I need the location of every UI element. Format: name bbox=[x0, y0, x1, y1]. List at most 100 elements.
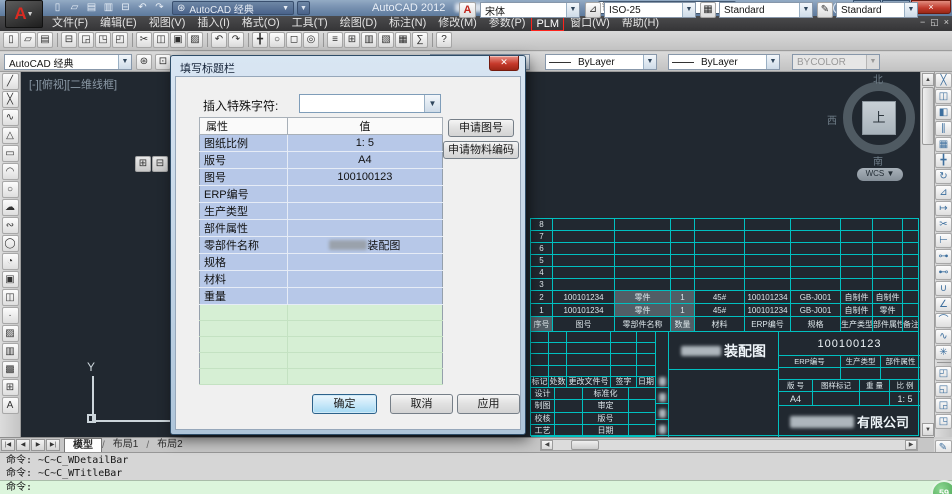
scroll-right-icon[interactable]: ▶ bbox=[905, 440, 917, 450]
attribute-row[interactable]: 规格 bbox=[200, 254, 443, 271]
cut-icon[interactable]: ✂ bbox=[136, 32, 152, 48]
menu-PLM[interactable]: PLM bbox=[531, 16, 564, 31]
spline-icon[interactable]: ∾ bbox=[2, 217, 19, 234]
attr-value[interactable] bbox=[287, 220, 442, 237]
send-under-icon[interactable]: ◳ bbox=[935, 414, 952, 429]
array-icon[interactable]: ▦ bbox=[935, 137, 952, 152]
grid-view-icon[interactable]: ⊞ bbox=[135, 156, 151, 172]
ellipse-arc-icon[interactable]: ◔ bbox=[2, 253, 19, 270]
etransmit-icon[interactable]: ◰ bbox=[112, 32, 128, 48]
hatch-icon[interactable]: ▨ bbox=[2, 325, 19, 342]
attr-value[interactable] bbox=[287, 186, 442, 203]
doc-restore-button[interactable]: ◱ bbox=[930, 17, 939, 28]
viewcube-top-face[interactable]: 上 bbox=[862, 101, 896, 135]
bring-above-icon[interactable]: ◲ bbox=[935, 398, 952, 413]
send-to-back-icon[interactable]: ◱ bbox=[935, 382, 952, 397]
cancel-button[interactable]: 取消 bbox=[390, 394, 453, 414]
attribute-row[interactable]: 图号100100123 bbox=[200, 169, 443, 186]
move-icon[interactable]: ╋ bbox=[935, 153, 952, 168]
rotate-icon[interactable]: ↻ bbox=[935, 169, 952, 184]
revision-cloud-icon[interactable]: ☁ bbox=[2, 199, 19, 216]
attr-value[interactable]: 1: 5 bbox=[287, 135, 442, 152]
menu-标注(N)[interactable]: 标注(N) bbox=[383, 16, 432, 31]
dimension-style-icon[interactable]: ⊿ bbox=[585, 2, 601, 18]
save-icon[interactable]: ▤ bbox=[84, 1, 99, 15]
sheet-set-manager-icon[interactable]: ▧ bbox=[378, 32, 394, 48]
bring-to-front-icon[interactable]: ◰ bbox=[935, 366, 952, 381]
special-char-combo[interactable]: ▼ bbox=[299, 94, 441, 113]
construction-line-icon[interactable]: ╳ bbox=[2, 91, 19, 108]
apply-button[interactable]: 应用 bbox=[457, 394, 520, 414]
insert-block-icon[interactable]: ▣ bbox=[2, 271, 19, 288]
attr-value[interactable] bbox=[287, 203, 442, 220]
markup-set-manager-icon[interactable]: ▦ bbox=[395, 32, 411, 48]
workspace-settings-icon[interactable]: ⊛ bbox=[136, 54, 152, 70]
attribute-row[interactable]: 重量 bbox=[200, 288, 443, 305]
request-drawing-number-button[interactable]: 申请图号 bbox=[448, 119, 514, 137]
properties-icon[interactable]: ≡ bbox=[327, 32, 343, 48]
viewcube-north-label[interactable]: 北 bbox=[873, 72, 883, 86]
rectangle-icon[interactable]: ▭ bbox=[2, 145, 19, 162]
pan-icon[interactable]: ╋ bbox=[252, 32, 268, 48]
menu-格式(O)[interactable]: 格式(O) bbox=[236, 16, 286, 31]
break-icon[interactable]: ⊷ bbox=[935, 265, 952, 280]
ok-button[interactable]: 确定 bbox=[312, 394, 377, 414]
tool-palettes-icon[interactable]: ▥ bbox=[361, 32, 377, 48]
stretch-icon[interactable]: ↦ bbox=[935, 201, 952, 216]
quickcalc-icon[interactable]: ∑ bbox=[412, 32, 428, 48]
extend-icon[interactable]: ⊢ bbox=[935, 233, 952, 248]
first-tab-icon[interactable]: |◀ bbox=[1, 439, 15, 451]
doc-minimize-button[interactable]: − bbox=[920, 17, 925, 28]
plot-icon[interactable]: ⊟ bbox=[61, 32, 77, 48]
panel-view-icon[interactable]: ⊟ bbox=[152, 156, 168, 172]
blend-curves-icon[interactable]: ∿ bbox=[935, 329, 952, 344]
prev-tab-icon[interactable]: ◀ bbox=[16, 439, 30, 451]
scroll-left-icon[interactable]: ◀ bbox=[541, 440, 553, 450]
undo-icon[interactable]: ↶ bbox=[211, 32, 227, 48]
join-icon[interactable]: ∪ bbox=[935, 281, 952, 296]
viewcube-south-label[interactable]: 南 bbox=[873, 153, 883, 168]
point-icon[interactable]: · bbox=[2, 307, 19, 324]
attr-value[interactable] bbox=[287, 254, 442, 271]
open-icon[interactable]: ▱ bbox=[67, 1, 82, 15]
new-icon[interactable]: ▯ bbox=[3, 32, 19, 48]
dim-style-combo[interactable]: ISO-25▼ bbox=[604, 2, 696, 18]
mleader-style-combo[interactable]: Standard▼ bbox=[836, 2, 918, 18]
attribute-row[interactable]: 图纸比例1: 5 bbox=[200, 135, 443, 152]
attribute-row[interactable]: ERP编号 bbox=[200, 186, 443, 203]
make-block-icon[interactable]: ◫ bbox=[2, 289, 19, 306]
vertical-scroll-thumb[interactable] bbox=[922, 87, 934, 145]
annotate-pen-icon[interactable]: A bbox=[459, 2, 476, 18]
redo-icon[interactable]: ↷ bbox=[152, 1, 167, 15]
zoom-previous-icon[interactable]: ◎ bbox=[303, 32, 319, 48]
command-input[interactable]: 命令: bbox=[0, 480, 952, 494]
canvas-vertical-scrollbar[interactable]: ▲ ▼ bbox=[920, 72, 934, 437]
menu-绘图(D)[interactable]: 绘图(D) bbox=[334, 16, 383, 31]
menu-帮助(H)[interactable]: 帮助(H) bbox=[616, 16, 665, 31]
zoom-window-icon[interactable]: ◻ bbox=[286, 32, 302, 48]
workspace-extra-dropdown[interactable]: ▼ bbox=[297, 1, 310, 15]
region-icon[interactable]: ▩ bbox=[2, 361, 19, 378]
polyline-icon[interactable]: ∿ bbox=[2, 109, 19, 126]
attribute-row[interactable]: 生产类型 bbox=[200, 203, 443, 220]
autocad-logo-button[interactable]: A▼ bbox=[5, 0, 43, 28]
text-style-combo[interactable]: 宋体▼ bbox=[480, 2, 580, 18]
attr-value[interactable]: 装配图 bbox=[287, 237, 442, 254]
viewcube-west-label[interactable]: 西 bbox=[827, 112, 837, 127]
tab-布局1[interactable]: 布局1 bbox=[105, 438, 147, 452]
horizontal-scroll-thumb[interactable] bbox=[571, 440, 599, 450]
publish-icon[interactable]: ◳ bbox=[95, 32, 111, 48]
attr-value[interactable]: A4 bbox=[287, 152, 442, 169]
plot-icon[interactable]: ⊟ bbox=[118, 1, 133, 15]
canvas-horizontal-scrollbar[interactable]: ◀ ▶ bbox=[540, 439, 918, 451]
table-style-combo[interactable]: Standard▼ bbox=[719, 2, 813, 18]
attribute-row[interactable]: 材料 bbox=[200, 271, 443, 288]
line-icon[interactable]: ╱ bbox=[2, 73, 19, 90]
menu-编辑(E)[interactable]: 编辑(E) bbox=[94, 16, 143, 31]
last-tab-icon[interactable]: ▶| bbox=[46, 439, 60, 451]
multileader-style-icon[interactable]: ✎ bbox=[817, 2, 833, 18]
table-icon[interactable]: ⊞ bbox=[2, 379, 19, 396]
tab-模型[interactable]: 模型 bbox=[64, 438, 102, 452]
offset-icon[interactable]: ∥ bbox=[935, 121, 952, 136]
ellipse-icon[interactable]: ◯ bbox=[2, 235, 19, 252]
